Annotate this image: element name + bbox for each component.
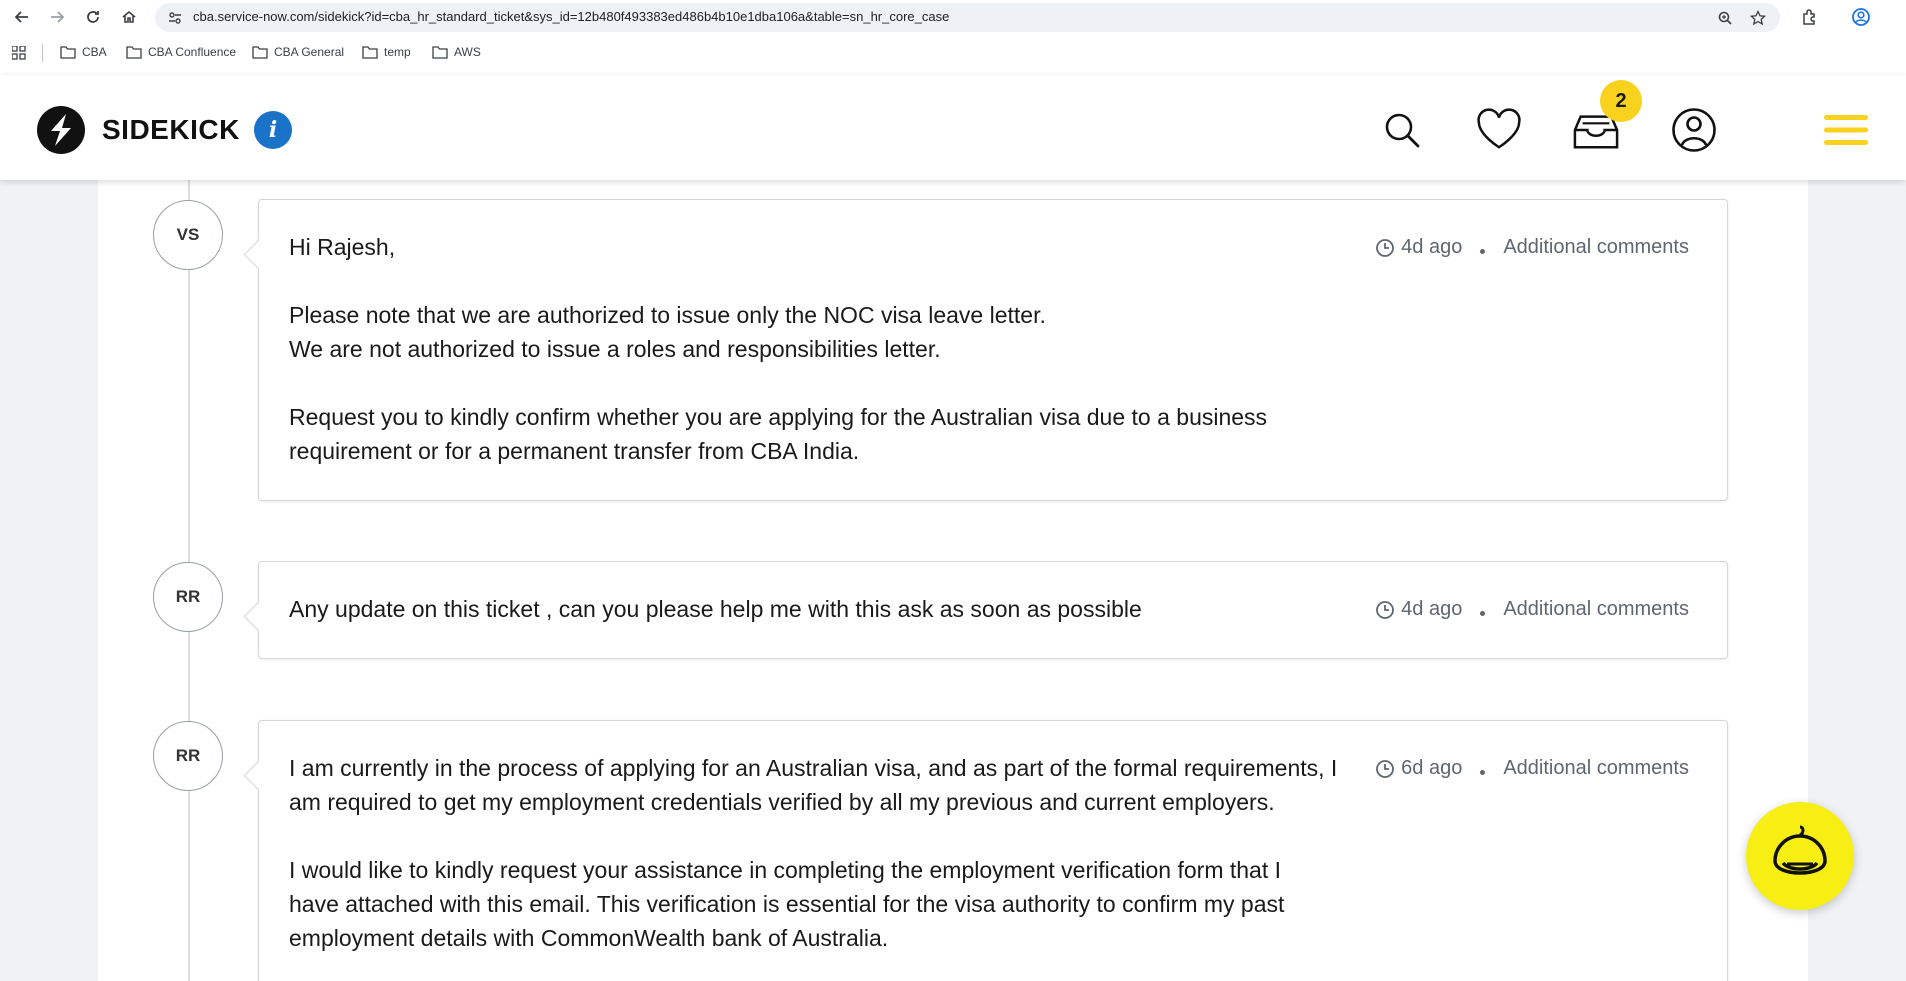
bookmark-cba-confluence[interactable]: CBA Confluence (126, 45, 236, 59)
bookmark-cba-general[interactable]: CBA General (252, 45, 344, 59)
comment-line: We are not authorized to issue a roles a… (289, 336, 941, 362)
comment-line: Request you to kindly confirm whether yo… (289, 404, 1268, 430)
bookmark-temp[interactable]: temp (362, 45, 411, 59)
logo-text: SIDEKICK (102, 114, 240, 145)
comment-line: have attached with this email. This veri… (289, 891, 1285, 917)
folder-icon (362, 46, 378, 59)
clock-icon (1375, 600, 1395, 620)
chatbot-launcher-button[interactable] (1746, 802, 1854, 910)
bookmark-aws[interactable]: AWS (432, 45, 481, 59)
url-text[interactable]: cba.service-now.com/sidekick?id=cba_hr_s… (193, 9, 949, 24)
comment-card: Hi Rajesh, Please note that we are autho… (258, 199, 1728, 501)
comment-text: Hi Rajesh, Please note that we are autho… (289, 230, 1359, 468)
comment-meta: 4d ago Additional comments (1375, 598, 1689, 621)
profile-icon[interactable] (1848, 4, 1874, 30)
bookmarks-bar: CBA CBA Confluence CBA General temp AWS (0, 42, 1906, 66)
separator-dot (1480, 611, 1486, 616)
extensions-icon[interactable] (1797, 4, 1823, 30)
comment-time: 4d ago (1401, 236, 1463, 258)
separator-dot (1480, 249, 1486, 254)
comment-time: 4d ago (1401, 598, 1463, 620)
comment-line: employment details with CommonWealth ban… (289, 925, 889, 951)
apps-grid-icon[interactable] (11, 45, 26, 65)
bookmarks-divider (42, 44, 43, 62)
comment-line: I am currently in the process of applyin… (289, 755, 1338, 781)
folder-icon (60, 46, 76, 59)
avatar: VS (153, 200, 223, 270)
favorites-heart-icon[interactable] (1476, 107, 1522, 153)
browser-chrome: cba.service-now.com/sidekick?id=cba_hr_s… (0, 0, 1906, 75)
bookmark-star-icon[interactable] (1748, 8, 1768, 28)
comment-card: I am currently in the process of applyin… (258, 720, 1728, 981)
clock-icon (1375, 238, 1395, 258)
comment-line: requirement or for a permanent transfer … (289, 438, 860, 464)
search-icon[interactable] (1379, 107, 1425, 153)
comment-line: Please note that we are authorized to is… (289, 302, 1046, 328)
folder-icon (432, 46, 448, 59)
user-account-icon[interactable] (1671, 107, 1717, 153)
site-settings-icon[interactable] (167, 10, 183, 31)
sidekick-logo[interactable]: SIDEKICK (36, 105, 240, 155)
comment-type: Additional comments (1503, 757, 1689, 779)
comment-type: Additional comments (1503, 236, 1689, 258)
hamburger-menu-icon[interactable] (1823, 107, 1869, 153)
address-row: cba.service-now.com/sidekick?id=cba_hr_s… (0, 0, 1906, 34)
comment-text: I am currently in the process of applyin… (289, 751, 1359, 955)
comment-line: Any update on this ticket , can you plea… (289, 596, 1142, 622)
chatbot-face-icon (1773, 825, 1827, 875)
comment-meta: 6d ago Additional comments (1375, 757, 1689, 780)
comment-time: 6d ago (1401, 757, 1463, 779)
comment-line: I would like to kindly request your assi… (289, 857, 1282, 883)
clock-icon (1375, 759, 1395, 779)
comment-text: Any update on this ticket , can you plea… (289, 592, 1359, 626)
bookmark-cba[interactable]: CBA (60, 45, 107, 59)
comment-line: Hi Rajesh, (289, 234, 396, 260)
sidekick-logo-icon (37, 106, 85, 154)
cart-count-badge: 2 (1600, 80, 1642, 122)
folder-icon (252, 46, 268, 59)
avatar: RR (153, 721, 223, 791)
avatar: RR (153, 562, 223, 632)
folder-icon (126, 46, 142, 59)
address-bar[interactable]: cba.service-now.com/sidekick?id=cba_hr_s… (155, 3, 1780, 32)
info-icon[interactable]: i (254, 111, 292, 149)
forward-icon[interactable] (44, 4, 70, 30)
comment-card: Any update on this ticket , can you plea… (258, 561, 1728, 659)
separator-dot (1480, 770, 1486, 775)
comment-meta: 4d ago Additional comments (1375, 236, 1689, 259)
home-icon[interactable] (116, 4, 142, 30)
comment-line: am required to get my employment credent… (289, 789, 1275, 815)
back-icon[interactable] (9, 4, 35, 30)
zoom-icon[interactable] (1715, 8, 1735, 28)
comment-type: Additional comments (1503, 598, 1689, 620)
reload-icon[interactable] (80, 4, 106, 30)
